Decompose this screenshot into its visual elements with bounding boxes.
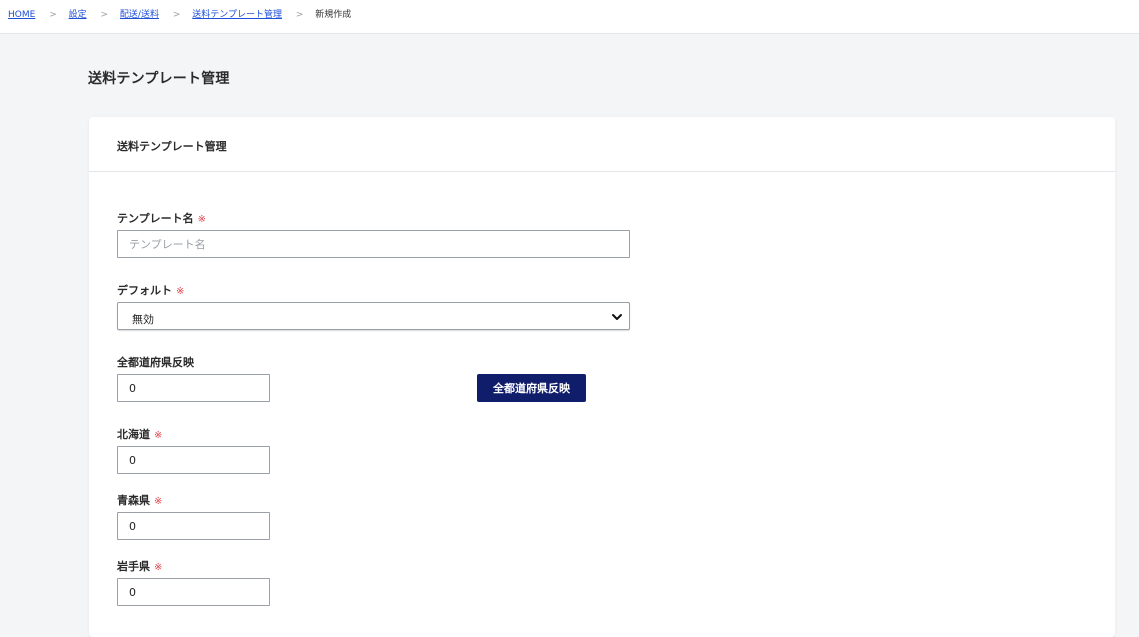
breadcrumb-separator: > <box>295 10 304 20</box>
breadcrumb-separator: > <box>172 10 181 20</box>
prefecture-aomori-label: 青森県 ※ <box>117 492 162 508</box>
card-header: 送料テンプレート管理 <box>89 117 1115 172</box>
apply-all-prefectures-button[interactable]: 全都道府県反映 <box>477 374 586 402</box>
template-name-label-text: テンプレート名 <box>117 212 194 225</box>
required-mark: ※ <box>176 286 185 297</box>
default-label: デフォルト ※ <box>117 282 184 298</box>
prefecture-hokkaido-label: 北海道 ※ <box>117 426 162 442</box>
top-bar: HOME > 設定 > 配送/送料 > 送料テンプレート管理 > 新規作成 <box>0 0 1139 34</box>
breadcrumb-separator: > <box>100 10 109 20</box>
template-name-label: テンプレート名 ※ <box>117 210 206 226</box>
template-form-card: 送料テンプレート管理 テンプレート名※ デフォルト※ 無効 全都道府県反映 全都… <box>89 117 1115 637</box>
required-mark: ※ <box>154 562 163 573</box>
prefecture-hokkaido-input[interactable] <box>117 446 270 474</box>
required-mark: ※ <box>154 496 163 507</box>
default-select-value: 無効 <box>132 313 154 326</box>
card-title: 送料テンプレート管理 <box>117 140 227 153</box>
prefecture-aomori-label-text: 青森県 <box>117 494 150 507</box>
breadcrumb-shipping-link[interactable]: 配送/送料 <box>120 10 159 20</box>
breadcrumb-settings-link[interactable]: 設定 <box>69 10 87 20</box>
breadcrumb-home-link[interactable]: HOME <box>8 10 35 20</box>
prefecture-hokkaido-label-text: 北海道 <box>117 428 150 441</box>
breadcrumb-template-link[interactable]: 送料テンプレート管理 <box>192 10 282 20</box>
default-select[interactable]: 無効 <box>117 302 630 330</box>
breadcrumb: HOME > 設定 > 配送/送料 > 送料テンプレート管理 > 新規作成 <box>8 9 351 21</box>
all-prefectures-input[interactable] <box>117 374 270 402</box>
breadcrumb-separator: > <box>49 10 57 20</box>
prefecture-iwate-input[interactable] <box>117 578 270 606</box>
required-mark: ※ <box>197 214 207 225</box>
all-prefectures-label: 全都道府県反映 <box>117 356 194 369</box>
prefecture-iwate-label-text: 岩手県 <box>117 560 150 573</box>
prefecture-aomori-input[interactable] <box>117 512 270 540</box>
default-label-text: デフォルト <box>117 284 172 297</box>
chevron-down-icon <box>612 314 622 320</box>
page-title: 送料テンプレート管理 <box>88 71 230 87</box>
template-name-input[interactable] <box>117 230 630 258</box>
breadcrumb-current: 新規作成 <box>315 10 352 20</box>
required-mark: ※ <box>154 430 163 441</box>
prefecture-iwate-label: 岩手県 ※ <box>117 558 162 574</box>
